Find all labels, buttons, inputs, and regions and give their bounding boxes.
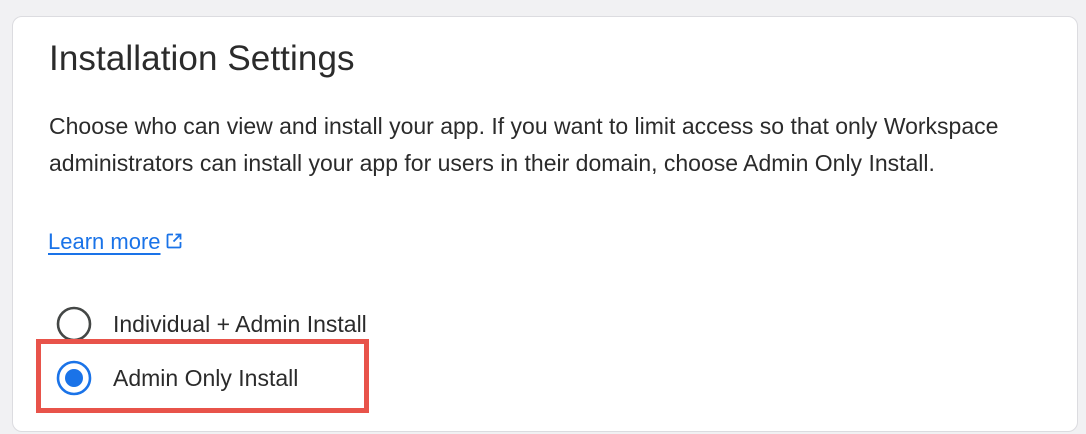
section-title: Installation Settings (49, 39, 355, 78)
radio-label-individual-admin: Individual + Admin Install (113, 310, 367, 337)
installation-settings-card: Installation Settings Choose who can vie… (12, 16, 1078, 432)
section-description: Choose who can view and install your app… (49, 113, 999, 176)
learn-more-link[interactable]: Learn more (48, 229, 183, 255)
highlight-box (36, 339, 369, 413)
open-in-new-icon (166, 233, 181, 249)
radio-option-individual-admin[interactable]: Individual + Admin Install (55, 305, 367, 343)
learn-more-label: Learn more (48, 229, 161, 254)
radio-unselected-icon[interactable] (55, 305, 93, 343)
